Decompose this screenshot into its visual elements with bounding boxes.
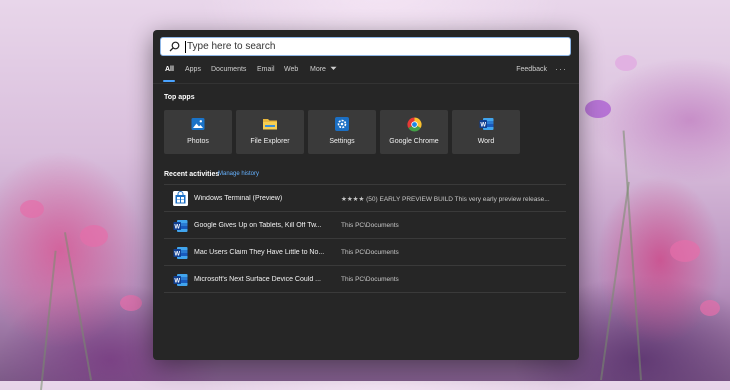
word-icon: W (172, 245, 188, 261)
tab-email[interactable]: Email (257, 66, 275, 73)
app-tile-file-explorer[interactable]: File Explorer (236, 110, 304, 154)
tab-apps[interactable]: Apps (185, 66, 201, 73)
app-label: File Explorer (250, 138, 290, 145)
app-tile-word[interactable]: W Word (452, 110, 520, 154)
list-item-path: This PC\Documents (341, 249, 399, 256)
svg-text:W: W (480, 122, 486, 128)
text-cursor (185, 40, 186, 53)
list-item-title: Mac Users Claim They Have Little to No..… (194, 249, 325, 256)
list-item[interactable]: W Microsoft's Next Surface Device Could … (164, 265, 566, 293)
search-input[interactable] (187, 41, 570, 52)
list-divider (164, 292, 566, 293)
recent-activities-title: Recent activities (164, 171, 220, 178)
feedback-link[interactable]: Feedback (516, 66, 547, 73)
start-search-panel: All Apps Documents Email Web More Feedba… (153, 30, 579, 360)
list-item-title: Windows Terminal (Preview) (194, 195, 283, 202)
list-item[interactable]: Windows Terminal (Preview) ★★★★ (50) EAR… (164, 184, 566, 212)
store-icon (172, 191, 188, 207)
app-label: Photos (187, 138, 209, 145)
tab-more-label: More (310, 66, 326, 73)
tab-more[interactable]: More (310, 66, 337, 73)
svg-text:W: W (174, 224, 180, 230)
folder-icon (262, 116, 278, 132)
list-item-path: This PC\Documents (341, 222, 399, 229)
more-options-icon[interactable]: ··· (555, 64, 567, 74)
list-item-description: ★★★★ (50) EARLY PREVIEW BUILD This very … (341, 195, 550, 203)
svg-text:W: W (174, 251, 180, 257)
chrome-icon (406, 116, 422, 132)
word-icon: W (172, 272, 188, 288)
list-item-path: This PC\Documents (341, 276, 399, 283)
app-label: Settings (329, 138, 355, 145)
search-box[interactable] (160, 37, 571, 56)
app-tile-photos[interactable]: Photos (164, 110, 232, 154)
word-icon: W (172, 218, 188, 234)
app-tile-google-chrome[interactable]: Google Chrome (380, 110, 448, 154)
word-icon: W (478, 116, 494, 132)
top-apps-title: Top apps (164, 94, 195, 101)
app-tile-settings[interactable]: Settings (308, 110, 376, 154)
chevron-down-icon (330, 66, 337, 70)
app-label: Word (477, 138, 495, 145)
manage-history-link[interactable]: Manage history (218, 171, 259, 177)
list-item-title: Google Gives Up on Tablets, Kill Off Tw.… (194, 222, 322, 229)
tab-web[interactable]: Web (284, 66, 298, 73)
gear-icon (334, 116, 350, 132)
tab-all[interactable]: All (165, 66, 174, 73)
active-tab-indicator (163, 80, 175, 82)
app-label: Google Chrome (389, 138, 439, 145)
svg-text:W: W (174, 278, 180, 284)
tab-documents[interactable]: Documents (211, 66, 246, 73)
search-tabs: All Apps Documents Email Web More Feedba… (153, 63, 579, 83)
photos-icon (190, 116, 206, 132)
search-icon (169, 40, 183, 54)
tabs-divider (153, 83, 579, 84)
list-item[interactable]: W Google Gives Up on Tablets, Kill Off T… (164, 211, 566, 239)
top-apps-list: Photos File Explorer Settings Google Chr… (164, 110, 584, 154)
list-item-title: Microsoft's Next Surface Device Could ..… (194, 276, 321, 283)
list-item[interactable]: W Mac Users Claim They Have Little to No… (164, 238, 566, 266)
